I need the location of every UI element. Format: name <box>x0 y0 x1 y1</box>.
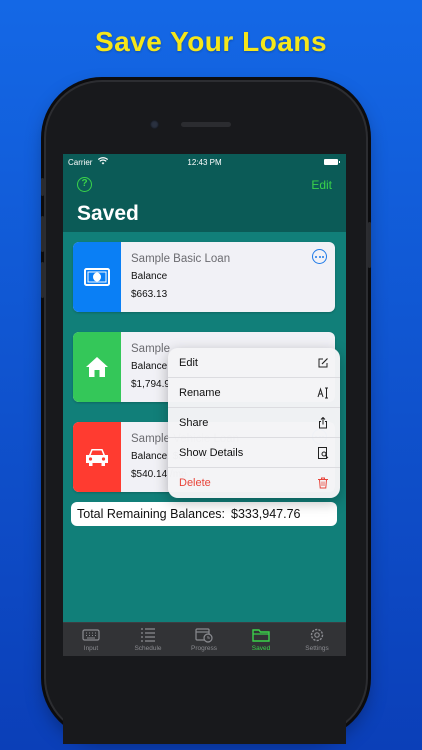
house-icon <box>86 357 108 377</box>
menu-item-show-details[interactable]: Show Details <box>168 438 340 468</box>
volume-up-button <box>41 216 44 252</box>
context-menu: Edit Rename Share Show Details Delete <box>168 348 340 498</box>
page-title: Saved <box>77 202 139 225</box>
loan-icon-box <box>73 422 121 492</box>
loan-name: Sample <box>131 343 170 355</box>
status-bar: Carrier 12:43 PM <box>63 154 346 172</box>
phone-bezel-bottom <box>63 656 346 744</box>
menu-item-share[interactable]: Share <box>168 408 340 438</box>
share-icon <box>319 417 327 429</box>
car-icon <box>86 449 108 466</box>
power-button <box>368 222 371 268</box>
volume-down-button <box>41 262 44 298</box>
calendar-clock-icon <box>195 628 213 643</box>
mute-switch <box>41 178 44 196</box>
menu-item-rename[interactable]: Rename <box>168 378 340 408</box>
tab-label: Progress <box>190 645 217 652</box>
folder-icon <box>252 629 270 642</box>
total-label: Total Remaining Balances: <box>77 507 225 521</box>
doc-magnify-icon <box>318 447 329 459</box>
menu-item-label: Edit <box>179 357 198 369</box>
tab-label: Input <box>83 645 99 652</box>
edit-button[interactable]: Edit <box>311 178 332 192</box>
tab-label: Saved <box>251 645 271 652</box>
phone-frame: Carrier 12:43 PM ? Edit Saved Sample Bas… <box>41 82 371 744</box>
tab-progress[interactable]: Progress <box>176 623 232 657</box>
loan-name: Sample Basic Loan <box>131 253 231 265</box>
menu-item-edit[interactable]: Edit <box>168 348 340 378</box>
tab-bar: Input Schedule Progress Saved Settings <box>63 622 346 656</box>
menu-item-delete[interactable]: Delete <box>168 468 340 498</box>
square-pencil-icon <box>318 358 328 368</box>
menu-item-label: Share <box>179 417 209 429</box>
loan-card-basic[interactable]: Sample Basic Loan Balance $663.13 <box>73 242 335 312</box>
menu-item-label: Delete <box>179 477 211 489</box>
loan-icon-box <box>73 242 121 312</box>
menu-item-label: Rename <box>179 387 221 399</box>
trash-icon <box>318 477 328 489</box>
camera-icon <box>150 120 159 129</box>
list-icon <box>141 628 155 642</box>
menu-item-label: Show Details <box>179 447 244 459</box>
speaker-grille <box>181 122 231 127</box>
tab-input[interactable]: Input <box>63 623 119 657</box>
status-time: 12:43 PM <box>187 158 222 167</box>
loan-payment: $663.13 <box>131 289 168 300</box>
text-cursor-icon <box>317 387 328 399</box>
saved-loans-list: Sample Basic Loan Balance $663.13 Sample… <box>63 232 346 622</box>
tab-settings[interactable]: Settings <box>289 623 345 657</box>
cash-icon <box>84 268 110 286</box>
total-amount: $333,947.76 <box>231 507 301 521</box>
loan-payment: $1,794.9 <box>131 379 170 390</box>
gear-icon <box>310 628 324 642</box>
nav-bar: ? Edit <box>63 172 346 196</box>
tab-label: Schedule <box>134 645 162 652</box>
loan-balance: Balance <box>131 271 168 282</box>
total-remaining-balances: Total Remaining Balances: $333,947.76 <box>71 502 337 526</box>
headline: Save Your Loans <box>94 26 328 57</box>
more-options-icon[interactable] <box>312 249 327 264</box>
help-icon[interactable]: ? <box>77 177 92 192</box>
app-screen: Carrier 12:43 PM ? Edit Saved Sample Bas… <box>63 154 346 744</box>
keyboard-icon <box>82 629 100 641</box>
tab-saved[interactable]: Saved <box>233 623 289 657</box>
loan-balance: Balance <box>131 361 168 372</box>
tab-schedule[interactable]: Schedule <box>120 623 176 657</box>
loan-icon-box <box>73 332 121 402</box>
battery-icon <box>324 159 340 165</box>
tab-label: Settings <box>305 645 329 652</box>
